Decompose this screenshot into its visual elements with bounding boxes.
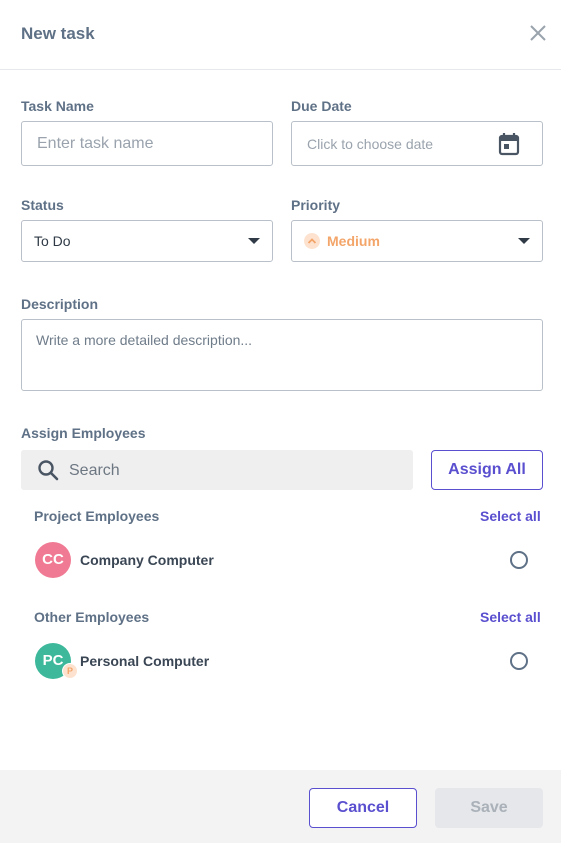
close-icon <box>530 25 546 41</box>
due-date-label: Due Date <box>291 98 352 114</box>
assign-employees-label: Assign Employees <box>21 425 146 441</box>
chevron-down-icon <box>518 238 530 244</box>
priority-select[interactable]: Medium <box>291 220 543 262</box>
new-task-modal: New task Task Name Due Date Status To Do… <box>0 0 561 843</box>
due-date-field[interactable] <box>291 121 543 166</box>
calendar-icon[interactable] <box>498 132 520 156</box>
employee-search[interactable] <box>21 450 413 492</box>
avatar: CC <box>35 542 71 578</box>
personal-badge: P <box>62 663 78 679</box>
priority-label: Priority <box>291 197 341 213</box>
employee-select-radio[interactable] <box>510 652 528 670</box>
project-select-all-link[interactable]: Select all <box>480 508 541 524</box>
employee-name: Personal Computer <box>80 653 210 669</box>
description-input[interactable] <box>22 320 542 390</box>
search-input[interactable] <box>67 450 401 492</box>
cancel-button[interactable]: Cancel <box>309 788 417 828</box>
save-button[interactable]: Save <box>435 788 543 828</box>
employee-select-radio[interactable] <box>510 551 528 569</box>
search-icon <box>38 460 59 481</box>
employee-name: Company Computer <box>80 552 214 568</box>
chevron-up-circle-icon <box>304 233 320 249</box>
description-field[interactable] <box>21 319 543 391</box>
other-employees-title: Other Employees <box>34 609 150 625</box>
project-employees-title: Project Employees <box>34 508 160 524</box>
status-label: Status <box>21 197 64 213</box>
status-value: To Do <box>34 233 71 249</box>
task-name-label: Task Name <box>21 98 94 114</box>
modal-footer: Cancel Save <box>0 770 561 843</box>
other-select-all-link[interactable]: Select all <box>480 609 541 625</box>
modal-header: New task <box>0 0 561 70</box>
description-label: Description <box>21 296 99 312</box>
due-date-input[interactable] <box>292 122 492 165</box>
assign-all-button[interactable]: Assign All <box>431 450 543 490</box>
task-name-input[interactable] <box>22 122 272 165</box>
task-name-field[interactable] <box>21 121 273 166</box>
close-button[interactable] <box>527 22 549 44</box>
status-select[interactable]: To Do <box>21 220 273 262</box>
modal-title: New task <box>21 24 95 43</box>
priority-value: Medium <box>327 233 380 249</box>
chevron-down-icon <box>248 238 260 244</box>
